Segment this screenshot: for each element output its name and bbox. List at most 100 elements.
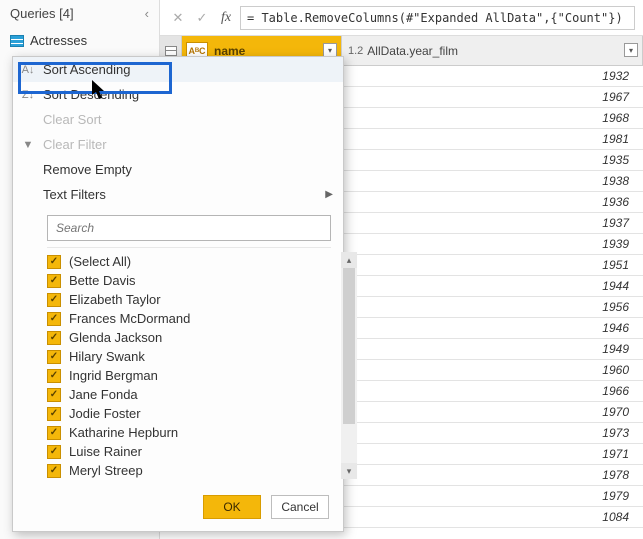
cell-year: 1939 <box>342 234 643 254</box>
checkbox-icon: ✓ <box>47 331 61 345</box>
menu-label: Clear Sort <box>43 112 102 127</box>
sort-descending[interactable]: Z↓ Sort Descending <box>13 82 343 107</box>
search-input[interactable] <box>47 215 331 241</box>
cancel-formula-icon[interactable]: ✕ <box>168 8 188 28</box>
cell-year: 1937 <box>342 213 643 233</box>
filter-option[interactable]: ✓ Meryl Streep <box>47 461 331 479</box>
queries-header[interactable]: Queries [4] ‹ <box>0 0 159 27</box>
checkbox-icon: ✓ <box>47 426 61 440</box>
formula-input[interactable] <box>240 6 635 30</box>
cell-year: 1949 <box>342 339 643 359</box>
cell-year: 1084 <box>342 507 643 527</box>
menu-label: Text Filters <box>43 187 106 202</box>
type-decimal-icon[interactable]: 1.2 <box>348 45 363 57</box>
checkbox-icon: ✓ <box>47 464 61 478</box>
scrollbar[interactable]: ▴ ▾ <box>341 252 357 479</box>
chevron-down-icon[interactable]: ▾ <box>323 43 337 57</box>
cell-year: 1981 <box>342 129 643 149</box>
checkbox-icon: ✓ <box>47 293 61 307</box>
cell-year: 1971 <box>342 444 643 464</box>
checkbox-icon: ✓ <box>47 350 61 364</box>
fx-icon[interactable]: fx <box>216 8 236 28</box>
column-year-film[interactable]: 1.2 AllData.year_film ▾ <box>342 36 643 65</box>
filter-option-label: Meryl Streep <box>69 463 143 478</box>
cell-year: 1932 <box>342 66 643 86</box>
cell-year: 1938 <box>342 171 643 191</box>
checkbox-icon: ✓ <box>47 445 61 459</box>
filter-option-label: Ingrid Bergman <box>69 368 158 383</box>
filter-option[interactable]: ✓ Frances McDormand <box>47 309 331 328</box>
filter-option-label: Jodie Foster <box>69 406 141 421</box>
cell-year: 1956 <box>342 297 643 317</box>
sort-ascending[interactable]: A↓ Sort Ascending <box>13 57 343 82</box>
column-label: AllData.year_film <box>367 44 458 58</box>
filter-option-label: Glenda Jackson <box>69 330 162 345</box>
scroll-down-icon[interactable]: ▾ <box>341 463 357 479</box>
chevron-down-icon[interactable]: ▾ <box>624 43 638 57</box>
filter-option-label: Hilary Swank <box>69 349 145 364</box>
filter-option-label: Bette Davis <box>69 273 135 288</box>
cell-year: 1968 <box>342 108 643 128</box>
filter-option-label: Frances McDormand <box>69 311 190 326</box>
checkbox-icon: ✓ <box>47 407 61 421</box>
filter-option-label: Luise Rainer <box>69 444 142 459</box>
queries-title: Queries [4] <box>10 6 74 21</box>
cell-year: 1960 <box>342 360 643 380</box>
ok-button[interactable]: OK <box>203 495 261 519</box>
filter-clear-icon: ▼ <box>21 138 35 152</box>
filter-values-list[interactable]: ✓ (Select All) ✓ Bette Davis ✓ Elizabeth Tayl… <box>47 248 331 479</box>
menu-label: Sort Descending <box>43 87 139 102</box>
cell-year: 1935 <box>342 150 643 170</box>
menu-label: Clear Filter <box>43 137 107 152</box>
menu-label: Remove Empty <box>43 162 132 177</box>
filter-option-label: Katharine Hepburn <box>69 425 178 440</box>
checkbox-icon: ✓ <box>47 388 61 402</box>
text-filters[interactable]: Text Filters ▶ <box>13 182 343 207</box>
chevron-right-icon: ▶ <box>325 189 333 200</box>
filter-option[interactable]: ✓ Jane Fonda <box>47 385 331 404</box>
table-icon <box>10 35 24 47</box>
cell-year: 1970 <box>342 402 643 422</box>
table-icon <box>165 46 177 56</box>
cell-year: 1966 <box>342 381 643 401</box>
filter-option[interactable]: ✓ Bette Davis <box>47 271 331 290</box>
cell-year: 1978 <box>342 465 643 485</box>
filter-option[interactable]: ✓ Jodie Foster <box>47 404 331 423</box>
checkbox-icon: ✓ <box>47 312 61 326</box>
clear-filter: ▼ Clear Filter <box>13 132 343 157</box>
filter-option[interactable]: ✓ Katharine Hepburn <box>47 423 331 442</box>
formula-bar: ✕ ✓ fx <box>160 0 643 36</box>
filter-option[interactable]: ✓ Glenda Jackson <box>47 328 331 347</box>
menu-label: Sort Ascending <box>43 62 130 77</box>
filter-option-label: Jane Fonda <box>69 387 138 402</box>
filter-option[interactable]: ✓ Luise Rainer <box>47 442 331 461</box>
clear-sort: Clear Sort <box>13 107 343 132</box>
cell-year: 1951 <box>342 255 643 275</box>
remove-empty[interactable]: Remove Empty <box>13 157 343 182</box>
cancel-button[interactable]: Cancel <box>271 495 329 519</box>
filter-option[interactable]: ✓ Ingrid Bergman <box>47 366 331 385</box>
query-item-label: Actresses <box>30 33 87 48</box>
filter-option[interactable]: ✓ Elizabeth Taylor <box>47 290 331 309</box>
sort-desc-icon: Z↓ <box>21 88 35 102</box>
filter-option-label: (Select All) <box>69 254 131 269</box>
collapse-icon[interactable]: ‹ <box>145 6 149 21</box>
cell-year: 1946 <box>342 318 643 338</box>
cell-year: 1973 <box>342 423 643 443</box>
filter-option[interactable]: ✓ (Select All) <box>47 252 331 271</box>
cell-year: 1967 <box>342 87 643 107</box>
sort-asc-icon: A↓ <box>21 63 35 77</box>
accept-formula-icon[interactable]: ✓ <box>192 8 212 28</box>
scroll-up-icon[interactable]: ▴ <box>341 252 357 268</box>
checkbox-icon: ✓ <box>47 274 61 288</box>
cell-year: 1936 <box>342 192 643 212</box>
filter-option[interactable]: ✓ Hilary Swank <box>47 347 331 366</box>
filter-search <box>47 215 331 241</box>
checkbox-icon: ✓ <box>47 255 61 269</box>
scroll-thumb[interactable] <box>343 268 355 424</box>
cell-year: 1979 <box>342 486 643 506</box>
cell-year: 1944 <box>342 276 643 296</box>
query-item-actresses[interactable]: Actresses <box>0 27 159 54</box>
filter-option-label: Elizabeth Taylor <box>69 292 161 307</box>
checkbox-icon: ✓ <box>47 369 61 383</box>
